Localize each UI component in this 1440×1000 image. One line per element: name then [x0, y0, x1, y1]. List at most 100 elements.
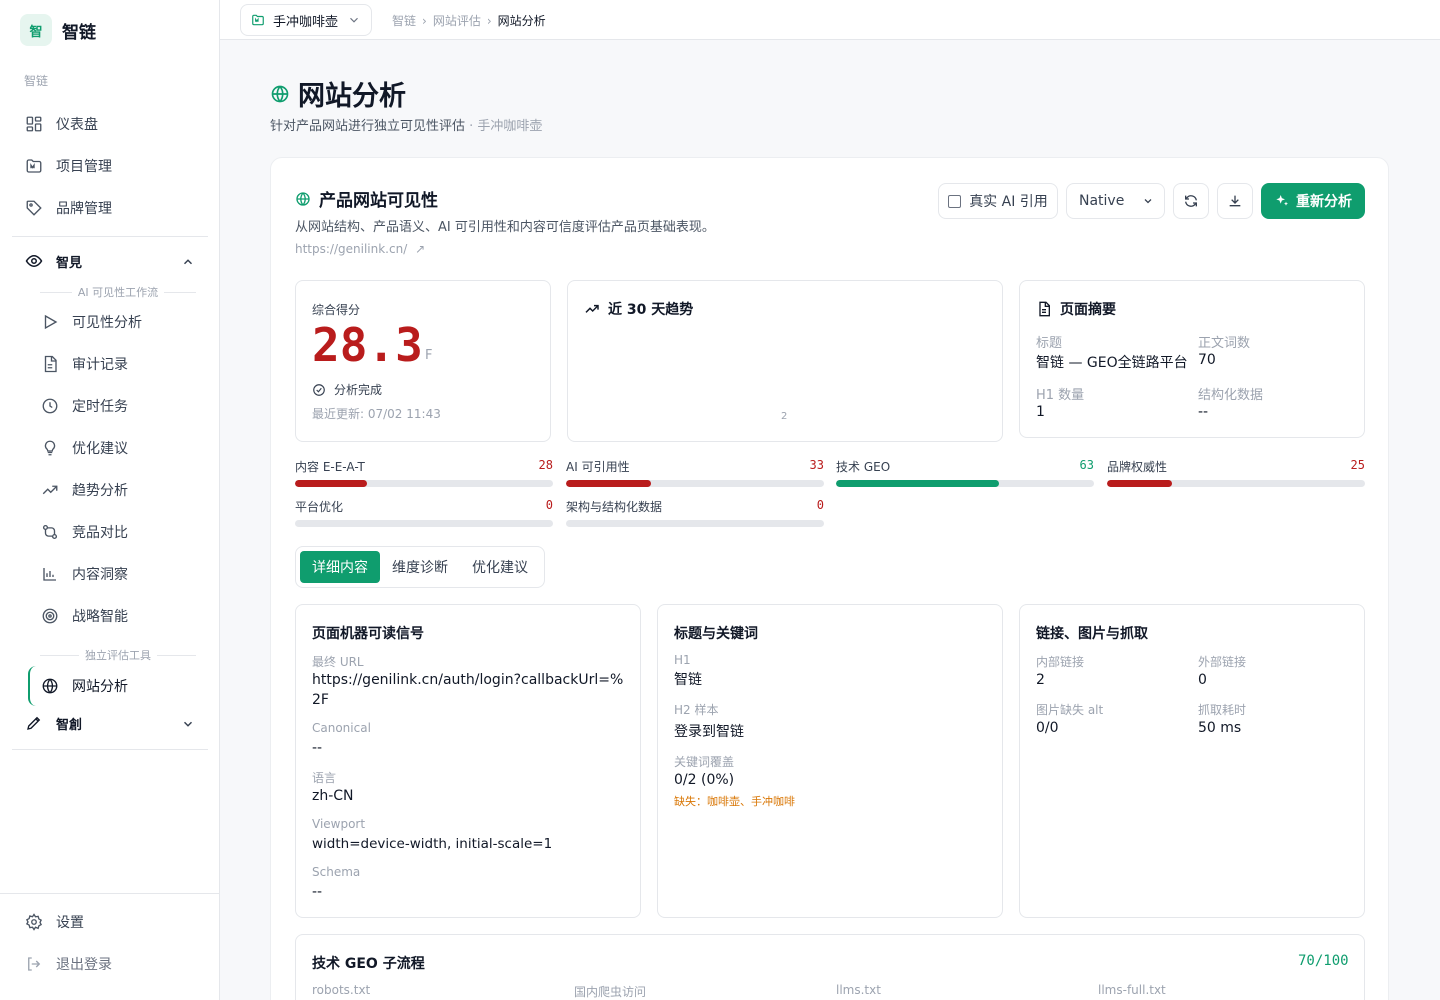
field-label: 最终 URL: [312, 655, 364, 669]
field-label: Schema: [312, 865, 361, 879]
sidebar-divider: [12, 236, 208, 237]
sparkles-icon: [1276, 195, 1288, 206]
trend-title-text: 近 30 天趋势: [608, 302, 694, 318]
refresh-icon: [1185, 195, 1197, 207]
metric-bar-fill: [1107, 480, 1172, 487]
sidebar-group-label: 智見: [56, 255, 83, 271]
sidebar-group-label: 智創: [56, 717, 83, 733]
breadcrumb-item[interactable]: 网站评估: [433, 12, 481, 29]
panel-title: 链接、图片与抓取: [1036, 626, 1148, 642]
globe-icon: [271, 85, 289, 102]
metric-ai-citability: AI 可引用性 33: [566, 458, 824, 487]
sidebar-item-projects[interactable]: 项目管理: [24, 152, 112, 180]
real-ai-citation-toggle[interactable]: 真实 AI 引用: [938, 183, 1058, 219]
metric-label: 品牌权威性: [1107, 460, 1168, 474]
tab-diagnosis[interactable]: 维度诊断: [380, 551, 460, 583]
links-panel: [1019, 604, 1365, 918]
sidebar-item-label: 竞品对比: [72, 525, 128, 541]
sidebar-item-label: 可见性分析: [72, 315, 142, 331]
sidebar-item-audit-records[interactable]: 审计记录: [40, 350, 128, 378]
score-label: 综合得分: [312, 303, 361, 317]
field-value: 0/2 (0%): [674, 772, 735, 788]
trend-icon: [40, 480, 60, 500]
metric-label: 技术 GEO: [836, 460, 891, 474]
globe-icon: [296, 191, 310, 206]
detail-tabs: 详细内容 维度诊断 优化建议: [295, 546, 545, 588]
sidebar-item-website-analysis[interactable]: 网站分析: [40, 672, 128, 700]
sidebar-section-label: 智链: [24, 74, 49, 88]
target-icon: [40, 606, 60, 626]
metric-eeat: 内容 E-E-A-T 28: [295, 458, 553, 487]
project-selector[interactable]: 手冲咖啡壶: [240, 4, 372, 36]
card-description: 从网站结构、产品语义、AI 可引用性和内容可信度评估产品页基础表现。: [295, 220, 715, 235]
compare-icon: [40, 522, 60, 542]
field-value: 50 ms: [1198, 720, 1242, 736]
metric-bar-fill: [836, 480, 999, 487]
download-button[interactable]: [1217, 183, 1253, 219]
tab-details[interactable]: 详细内容: [300, 551, 380, 583]
reanalyze-button[interactable]: 重新分析: [1261, 183, 1365, 219]
sidebar-item-label: 网站分析: [72, 679, 128, 695]
sidebar-item-trends[interactable]: 趋势分析: [40, 476, 128, 504]
globe-icon: [40, 676, 60, 696]
metric-bar: [295, 480, 553, 487]
field-label: H2 样本: [674, 703, 719, 717]
mode-select[interactable]: Native: [1066, 183, 1165, 219]
sidebar-item-label: 仪表盘: [56, 117, 98, 133]
chevron-up-icon[interactable]: [181, 255, 195, 269]
sidebar-group-zhijian[interactable]: 智見: [24, 247, 82, 275]
brand-logo: 智: [20, 14, 52, 46]
refresh-button[interactable]: [1173, 183, 1209, 219]
gear-icon: [24, 912, 44, 932]
sidebar-item-logout[interactable]: 退出登录: [24, 950, 112, 978]
folder-icon: [24, 156, 44, 176]
field-value: --: [312, 884, 323, 900]
brand[interactable]: 智 智链: [20, 14, 96, 46]
website-url: https://genilink.cn/: [295, 242, 408, 256]
page-title-text: 网站分析: [298, 81, 406, 112]
summary-field-value: 1: [1036, 404, 1045, 420]
sidebar-item-dashboard[interactable]: 仪表盘: [24, 110, 98, 138]
analysis-status-text: 分析完成: [334, 383, 383, 397]
breadcrumb-separator: ›: [486, 13, 492, 28]
folder-icon: [252, 14, 264, 26]
page-title: 网站分析: [270, 74, 406, 113]
metric-value: 63: [1079, 458, 1094, 472]
chevron-down-icon[interactable]: [181, 717, 195, 731]
field-value: 0: [1198, 672, 1207, 688]
sidebar-item-strategy[interactable]: 战略智能: [40, 602, 128, 630]
brand-name: 智链: [62, 22, 96, 43]
mode-value: Native: [1079, 193, 1125, 209]
tag-icon: [24, 198, 44, 218]
document-icon: [40, 354, 60, 374]
topbar: 手冲咖啡壶 智链 › 网站评估 › 网站分析: [220, 0, 1440, 40]
metric-label: 平台优化: [295, 500, 344, 514]
field-label: 图片缺失 alt: [1036, 703, 1104, 717]
field-value: --: [312, 740, 323, 756]
analysis-status: 分析完成: [312, 381, 382, 398]
panel-title: 页面机器可读信号: [312, 626, 424, 642]
download-icon: [1229, 195, 1241, 207]
tab-suggestions[interactable]: 优化建议: [460, 551, 540, 583]
sidebar-item-brands[interactable]: 品牌管理: [24, 194, 112, 222]
sidebar-item-scheduled-tasks[interactable]: 定时任务: [40, 392, 128, 420]
sidebar-item-label: 退出登录: [56, 957, 112, 973]
sidebar-item-competitors[interactable]: 竞品对比: [40, 518, 128, 546]
website-link[interactable]: https://genilink.cn/ ↗: [295, 242, 425, 256]
card-title: 产品网站可见性: [295, 186, 438, 211]
checkbox[interactable]: [948, 194, 962, 208]
metric-bar-fill: [566, 480, 652, 487]
metric-label: 架构与结构化数据: [566, 500, 663, 514]
sidebar-footer-divider: [0, 893, 220, 894]
sidebar-item-settings[interactable]: 设置: [24, 908, 84, 936]
trend-icon: [585, 304, 599, 313]
sidebar-item-suggestions[interactable]: 优化建议: [40, 434, 128, 462]
breadcrumb-item[interactable]: 智链: [392, 12, 416, 29]
real-ai-label: 真实 AI 引用: [969, 194, 1048, 210]
field-label: H1: [674, 653, 691, 667]
sidebar-group-zhichuang[interactable]: 智創: [24, 709, 82, 737]
sidebar-item-visibility-analysis[interactable]: 可见性分析: [40, 308, 142, 336]
field-value: zh-CN: [312, 788, 354, 804]
summary-title-text: 页面摘要: [1060, 302, 1116, 318]
sidebar-item-content-insights[interactable]: 内容洞察: [40, 560, 128, 588]
